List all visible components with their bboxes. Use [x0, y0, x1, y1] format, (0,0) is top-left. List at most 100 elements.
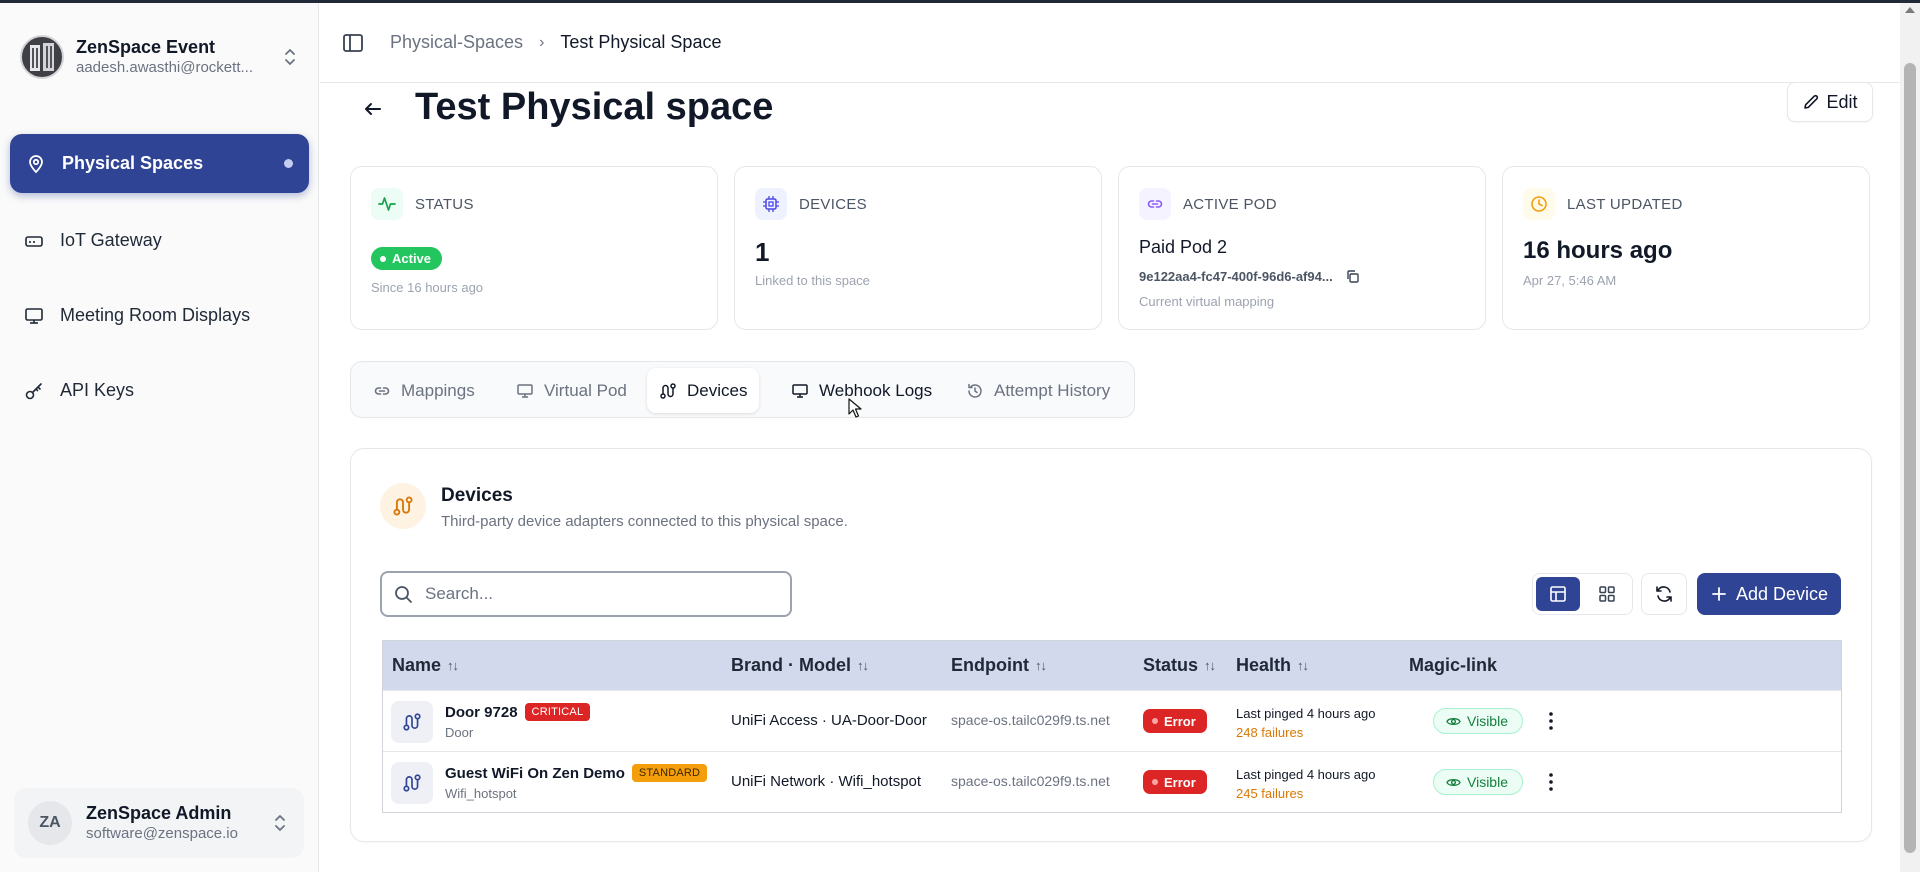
sidebar: ZenSpace Event aadesh.awasthi@rockett...… [0, 3, 319, 872]
monitor-icon [792, 383, 808, 398]
edit-button-label: Edit [1826, 91, 1858, 112]
priority-tag: CRITICAL [524, 703, 591, 721]
more-vertical-icon[interactable] [1541, 709, 1561, 733]
pencil-icon [1804, 94, 1819, 109]
page-scrollbar[interactable] [1900, 3, 1920, 872]
plus-icon [1712, 587, 1726, 601]
table-row[interactable]: Guest WiFi On Zen Demo STANDARD Wifi_hot… [383, 751, 1841, 812]
brand-model: UniFi Access · UA-Door-Door [731, 712, 927, 729]
mouse-cursor-icon [848, 398, 862, 418]
link-icon [1139, 188, 1171, 220]
last-updated-card: LAST UPDATED 16 hours ago Apr 27, 5:46 A… [1502, 166, 1870, 330]
edit-button[interactable]: Edit [1787, 82, 1873, 122]
sort-icon: ↑↓ [1297, 658, 1309, 673]
tab-devices[interactable]: Devices [647, 368, 760, 413]
priority-tag: STANDARD [631, 764, 708, 782]
route-icon [660, 382, 676, 399]
devices-table: Name ↑↓ Brand · Model ↑↓ Endpoint ↑↓ Status… [382, 640, 1842, 813]
devices-count: 1 [755, 237, 770, 267]
device-type: Door [445, 725, 474, 740]
user-email: software@zenspace.io [86, 825, 238, 842]
status-badge-label: Active [392, 251, 432, 266]
top-header: Physical-Spaces › Test Physical Space [320, 3, 1900, 83]
sidebar-item-physical-spaces[interactable]: Physical Spaces [10, 134, 309, 193]
user-menu[interactable]: ZA ZenSpace Admin software@zenspace.io [14, 788, 304, 858]
search-icon [395, 585, 412, 603]
active-indicator-dot [284, 159, 293, 168]
column-header-name[interactable]: Name ↑↓ [392, 641, 459, 690]
cpu-icon [755, 188, 787, 220]
page-title: Test Physical space [415, 86, 774, 128]
health-failures: 248 failures [1236, 725, 1304, 740]
device-name-text: Door 9728 [445, 703, 518, 721]
status-card: STATUS Active Since 16 hours ago [350, 166, 718, 330]
link-icon [374, 386, 390, 395]
magic-link-label: Visible [1467, 774, 1508, 790]
table-row[interactable]: Door 9728 CRITICAL Door UniFi Access · U… [383, 690, 1841, 751]
sort-icon: ↑↓ [1034, 658, 1047, 673]
endpoint: space-os.tailc029f9.ts.net [951, 712, 1110, 728]
scrollbar-thumb[interactable] [1904, 63, 1916, 853]
sort-icon: ↑↓ [1204, 658, 1216, 673]
add-device-label: Add Device [1735, 583, 1829, 604]
eye-icon [1446, 778, 1461, 786]
status-card-sub: Since 16 hours ago [371, 280, 484, 295]
history-icon [968, 383, 982, 398]
magic-link-visible-badge[interactable]: Visible [1433, 708, 1523, 734]
scroll-up-arrow-icon[interactable] [1905, 7, 1915, 13]
chevrons-up-down-icon [275, 815, 285, 831]
brand-model: UniFi Network · Wifi_hotspot [731, 773, 922, 790]
map-pin-icon [29, 154, 43, 173]
copy-icon[interactable] [1345, 269, 1360, 284]
breadcrumb-parent-link[interactable]: Physical-Spaces [390, 32, 523, 53]
sidebar-toggle-icon[interactable] [342, 32, 364, 54]
activity-icon [371, 188, 403, 220]
device-search [380, 571, 792, 617]
search-input[interactable] [425, 584, 765, 604]
column-label: Brand · Model [731, 655, 851, 675]
table-view-button[interactable] [1536, 577, 1580, 611]
magic-link-visible-badge[interactable]: Visible [1433, 769, 1523, 795]
workspace-logo [20, 35, 64, 79]
refresh-icon [1656, 586, 1672, 602]
arrow-left-icon[interactable] [360, 96, 386, 122]
sort-icon: ↑↓ [447, 658, 459, 673]
workspace-switcher[interactable]: ZenSpace Event aadesh.awasthi@rockett... [20, 32, 300, 82]
building-icon [30, 43, 54, 71]
grid-view-button[interactable] [1585, 577, 1629, 611]
active-pod-id: 9e122aa4-fc47-400f-96d6-af94... [1139, 269, 1360, 284]
sidebar-item-label: Meeting Room Displays [60, 305, 251, 325]
column-header-magic-link: Magic-link [1409, 641, 1497, 690]
status-badge: Active [371, 247, 443, 270]
detail-tabs: Mappings Virtual Pod Devices Webhook Log… [350, 361, 1135, 418]
tab-mappings[interactable]: Mappings [361, 368, 487, 413]
add-device-button[interactable]: Add Device [1697, 573, 1841, 615]
sidebar-item-api-keys[interactable]: API Keys [10, 361, 309, 420]
chevron-right-icon: › [539, 33, 545, 51]
column-header-status[interactable]: Status ↑↓ [1143, 641, 1216, 690]
device-name: Guest WiFi On Zen Demo STANDARD [445, 764, 708, 782]
health-last-ping: Last pinged 4 hours ago [1236, 767, 1376, 782]
status-badge: Error [1143, 770, 1207, 794]
tab-attempt-history[interactable]: Attempt History [954, 368, 1122, 413]
column-header-endpoint[interactable]: Endpoint ↑↓ [951, 641, 1047, 690]
column-label: Endpoint [951, 655, 1029, 675]
column-header-brand-model[interactable]: Brand · Model ↑↓ [731, 641, 869, 690]
more-vertical-icon[interactable] [1541, 770, 1561, 794]
refresh-button[interactable] [1641, 573, 1687, 615]
sidebar-item-meeting-room-displays[interactable]: Meeting Room Displays [10, 286, 309, 345]
column-header-health[interactable]: Health ↑↓ [1236, 641, 1309, 690]
table-header: Name ↑↓ Brand · Model ↑↓ Endpoint ↑↓ Status… [383, 641, 1841, 690]
devices-card: DEVICES 1 Linked to this space [734, 166, 1102, 330]
column-label: Name [392, 655, 442, 675]
status-badge: Error [1143, 709, 1207, 733]
devices-card-label: DEVICES [799, 196, 867, 213]
table-icon [1550, 586, 1566, 602]
avatar: ZA [28, 801, 72, 845]
sidebar-item-iot-gateway[interactable]: IoT Gateway [10, 211, 309, 270]
status-label: Error [1164, 774, 1196, 790]
devices-panel-subtitle: Third-party device adapters connected to… [441, 513, 848, 530]
route-icon [403, 713, 421, 731]
tab-virtual-pod[interactable]: Virtual Pod [504, 368, 639, 413]
column-label: Health [1236, 655, 1292, 675]
